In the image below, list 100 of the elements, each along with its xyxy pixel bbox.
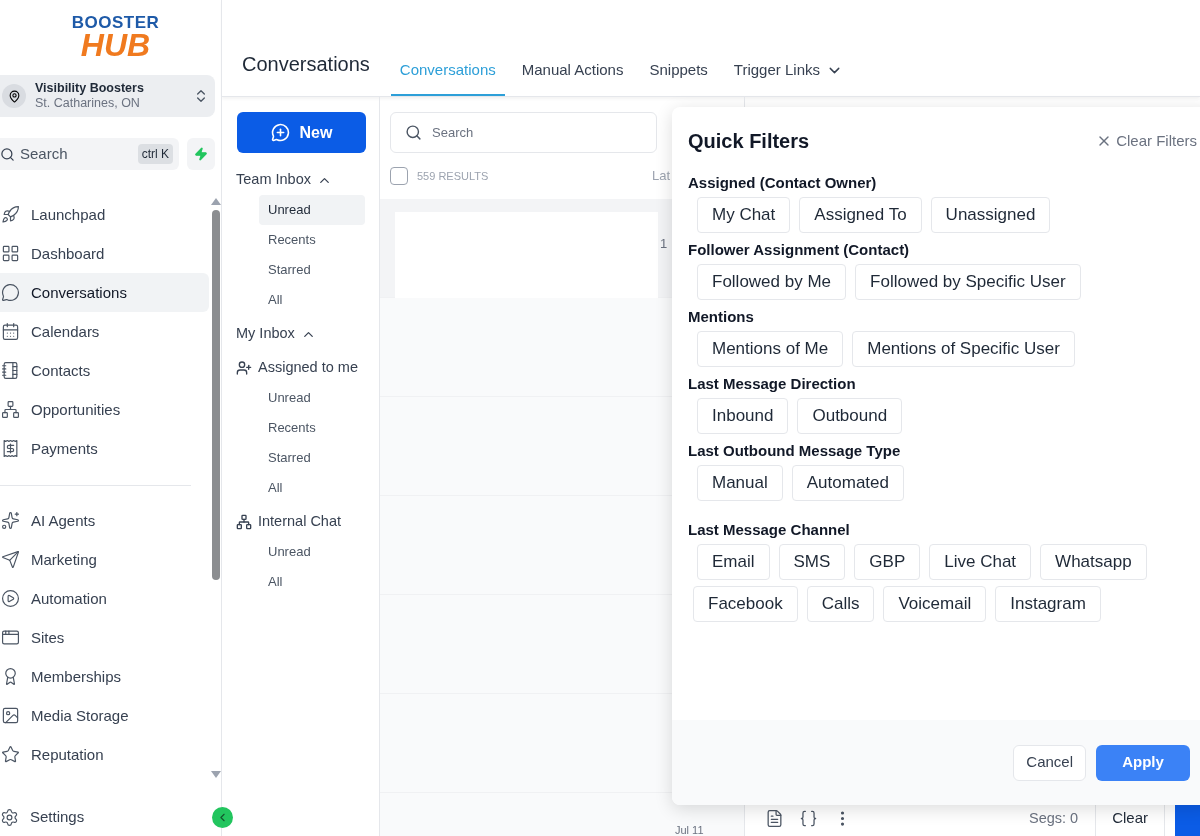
results-count: 559 RESULTS xyxy=(417,168,490,184)
nav-item[interactable]: Conversations xyxy=(0,273,209,313)
nav-item[interactable]: Contacts xyxy=(0,351,209,391)
segments-count: Segs: 0 xyxy=(1028,808,1079,828)
filter-chip[interactable]: Outbound xyxy=(797,398,903,434)
filter-group-title: Last Outbound Message Type xyxy=(688,441,902,460)
shortcut-key: ctrl K xyxy=(137,144,173,165)
filter-group-title: Last Message Direction xyxy=(688,374,857,393)
row-count: 1 xyxy=(660,235,668,253)
filter-chip[interactable]: Mentions of Me xyxy=(697,331,844,367)
nav-item[interactable]: Automation xyxy=(0,579,209,619)
inbox-item[interactable]: Unread xyxy=(259,195,365,225)
calendar-icon xyxy=(1,322,20,342)
filter-chip[interactable]: Voicemail xyxy=(883,586,987,622)
rocket-icon xyxy=(1,205,20,225)
nav-item[interactable]: Memberships xyxy=(0,657,209,697)
filter-chip[interactable]: Instagram xyxy=(995,586,1101,622)
inbox-group-header[interactable]: My Inbox xyxy=(236,319,365,349)
logo: BOOSTER HUB xyxy=(70,14,161,61)
filter-chip[interactable]: Email xyxy=(697,544,770,580)
inbox-group-header[interactable]: Team Inbox xyxy=(236,165,365,195)
user-plus-icon xyxy=(236,360,252,376)
new-button[interactable]: New xyxy=(237,112,366,153)
page-title: Conversations xyxy=(242,52,370,77)
receipt-icon xyxy=(1,439,20,459)
filter-chip[interactable]: Whatsapp xyxy=(1040,544,1147,580)
location-icon xyxy=(2,84,26,109)
inbox-item[interactable]: Unread xyxy=(259,537,365,567)
inbox-item[interactable]: Starred xyxy=(259,443,365,473)
filter-chip[interactable]: Inbound xyxy=(697,398,789,434)
filter-chip[interactable]: Calls xyxy=(806,586,875,622)
filter-chip[interactable]: Manual xyxy=(697,465,783,501)
filter-chip[interactable]: GBP xyxy=(854,544,921,580)
tab[interactable]: Manual Actions xyxy=(512,46,633,96)
collapse-button[interactable] xyxy=(212,807,233,828)
filter-group-title: Assigned (Contact Owner) xyxy=(688,173,878,192)
account-name: Visibility Boosters xyxy=(35,80,145,97)
nav-item[interactable]: Reputation xyxy=(0,735,209,775)
account-location: St. Catharines, ON xyxy=(35,96,141,112)
filter-chip[interactable]: Mentions of Specific User xyxy=(852,331,1075,367)
send-icon xyxy=(1,550,20,570)
star-icon xyxy=(1,745,20,765)
tab[interactable]: Trigger Links xyxy=(724,46,852,96)
grid-icon xyxy=(1,244,20,264)
filter-chip[interactable]: Followed by Specific User xyxy=(855,264,1081,300)
inbox-group-header[interactable]: Assigned to me xyxy=(236,353,365,383)
nav-item[interactable]: Opportunities xyxy=(0,390,209,430)
nav-item[interactable]: Settings xyxy=(0,798,160,836)
filter-chip[interactable]: Automated xyxy=(791,465,904,501)
filter-chip[interactable]: Unassigned xyxy=(930,197,1051,233)
nav-item[interactable]: Media Storage xyxy=(0,696,209,736)
lightning-icon xyxy=(194,147,208,162)
notebook-icon xyxy=(1,361,20,381)
filter-chip[interactable]: My Chat xyxy=(697,197,791,233)
filter-chip[interactable]: Facebook xyxy=(693,586,798,622)
inbox-group-header[interactable]: Internal Chat xyxy=(236,507,365,537)
inbox-item[interactable]: Unread xyxy=(259,383,365,413)
panel-title: Quick Filters xyxy=(688,129,810,154)
search-icon xyxy=(405,124,422,141)
nav-item[interactable]: Calendars xyxy=(0,312,209,352)
cancel-button[interactable]: Cancel xyxy=(1013,744,1086,781)
nav-item[interactable]: Payments xyxy=(0,429,209,469)
network-icon xyxy=(1,400,20,420)
chat-icon xyxy=(1,283,20,303)
inbox-item[interactable]: Starred xyxy=(259,255,365,285)
apply-button[interactable]: Apply xyxy=(1096,744,1190,781)
inbox-item[interactable]: All xyxy=(259,567,365,597)
settings-icon xyxy=(0,807,19,827)
inbox-item[interactable]: Recents xyxy=(259,225,365,255)
clear-filters-button[interactable]: Clear Filters xyxy=(1096,129,1197,153)
filter-group-title: Mentions xyxy=(688,307,755,326)
image-icon xyxy=(1,706,20,726)
play-icon xyxy=(1,589,20,609)
chat-plus-icon xyxy=(270,123,290,142)
braces-icon[interactable] xyxy=(799,809,818,828)
inbox-item[interactable]: All xyxy=(259,285,365,315)
search-field[interactable]: Search xyxy=(390,112,657,153)
sparkle-icon xyxy=(1,511,20,531)
checkbox[interactable] xyxy=(390,167,408,185)
filter-group-title: Last Message Channel xyxy=(688,520,851,539)
filter-chip[interactable]: Assigned To xyxy=(799,197,922,233)
filter-chip[interactable]: Live Chat xyxy=(929,544,1032,580)
column-header: Lat xyxy=(651,167,670,186)
nav-item[interactable]: AI Agents xyxy=(0,501,209,541)
message-date: Jul 11 xyxy=(675,825,704,836)
filter-group-title: Follower Assignment (Contact) xyxy=(688,240,911,259)
search-icon xyxy=(0,146,15,162)
inbox-item[interactable]: All xyxy=(259,473,365,503)
tab[interactable]: Snippets xyxy=(640,46,717,96)
nav-item[interactable]: Sites xyxy=(0,618,209,658)
network-icon xyxy=(236,514,252,530)
search-field[interactable]: Search ctrl K xyxy=(0,138,179,171)
nav-item[interactable]: Dashboard xyxy=(0,234,209,274)
filter-chip[interactable]: Followed by Me xyxy=(697,264,847,300)
document-icon[interactable] xyxy=(765,809,784,828)
inbox-item[interactable]: Recents xyxy=(259,413,365,443)
filter-chip[interactable]: SMS xyxy=(778,544,846,580)
nav-item[interactable]: Marketing xyxy=(0,540,209,580)
account-switcher[interactable]: Visibility Boosters St. Catharines, ON xyxy=(0,75,215,118)
nav-item[interactable]: Launchpad xyxy=(0,195,209,235)
